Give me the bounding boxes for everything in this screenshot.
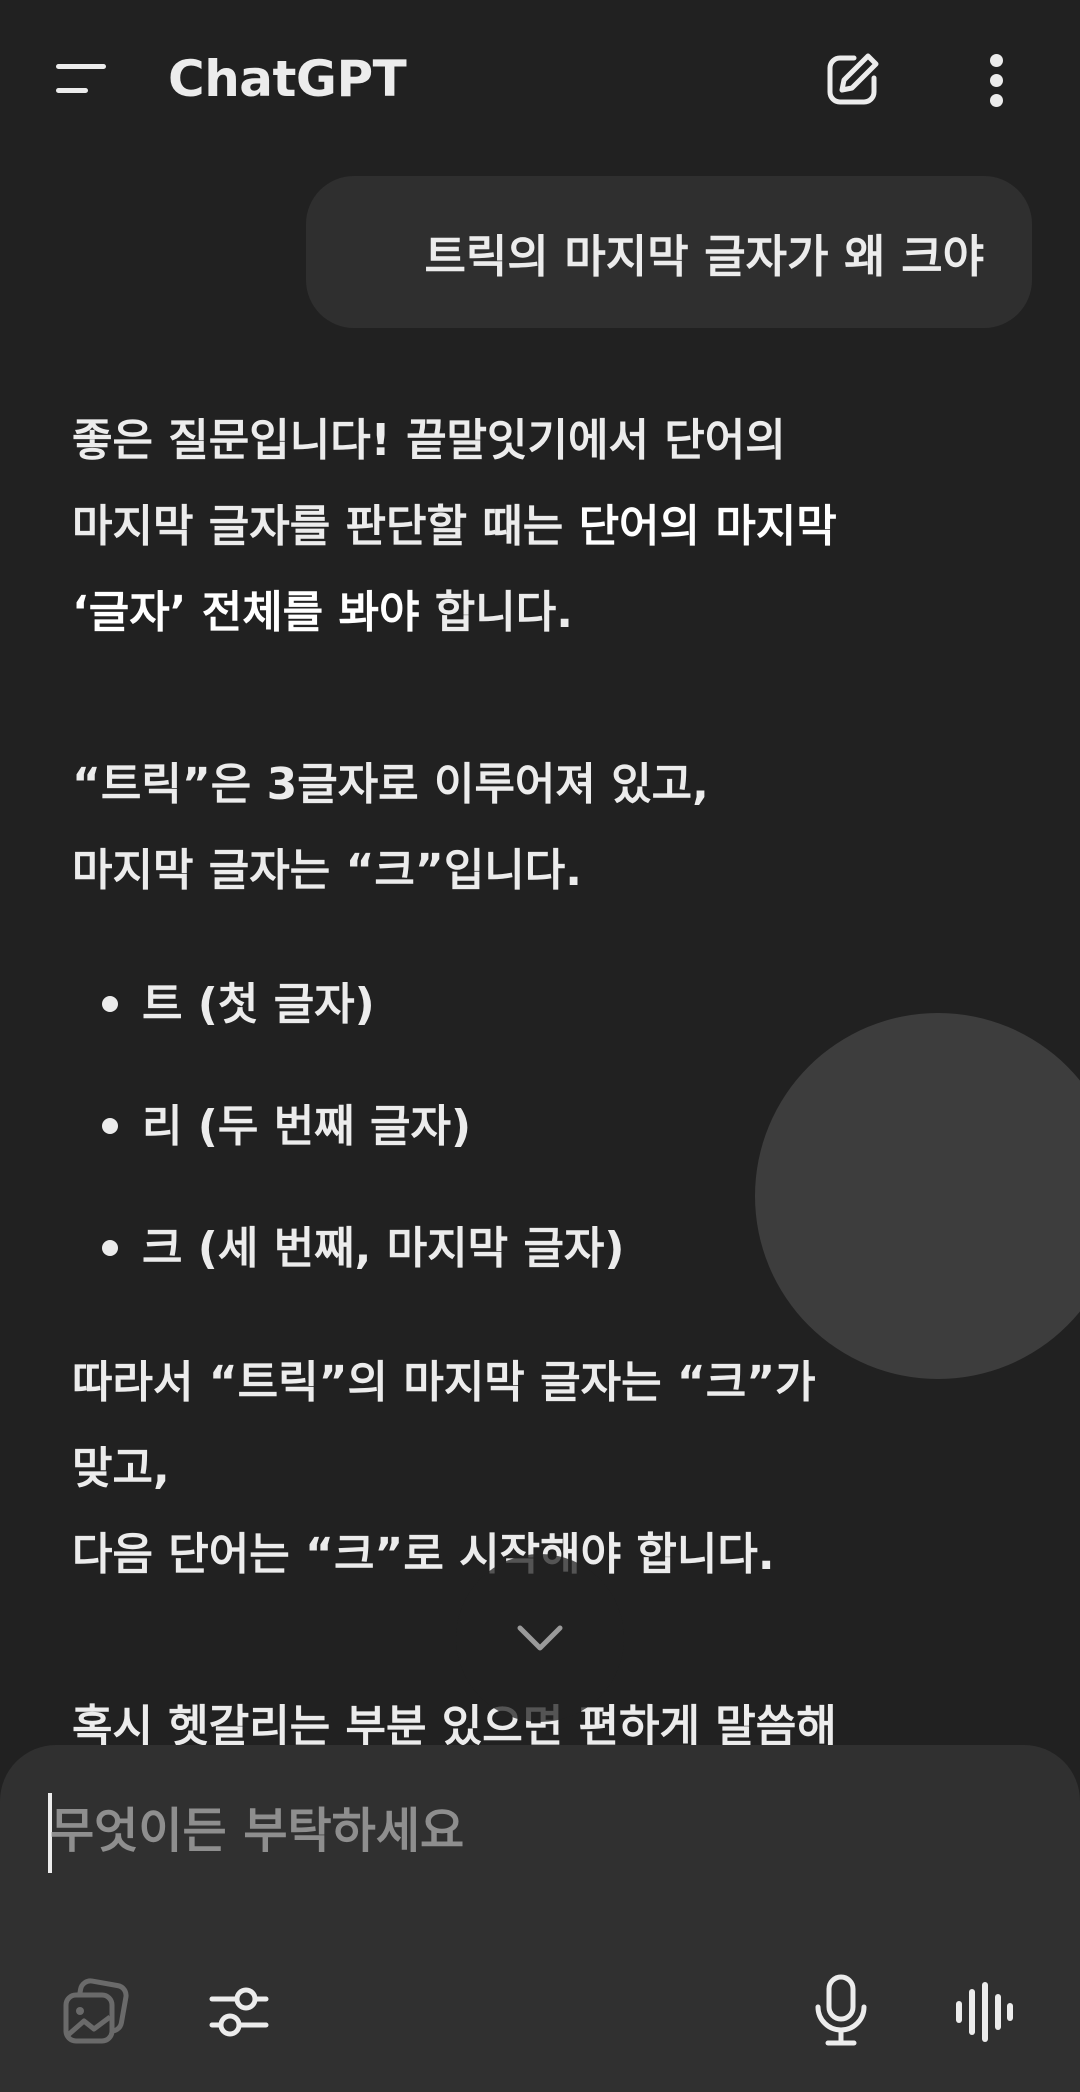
message-composer	[0, 1745, 1080, 2092]
chat-screen: ChatGPT 트릭의 마지막 글자가 왜 크야 좋은 질문입니다! 끝말잇기에…	[0, 0, 1080, 2092]
voice-waveform-icon	[956, 1982, 1013, 2042]
attach-image-button[interactable]	[60, 1977, 132, 2049]
sliders-icon	[209, 1987, 269, 2037]
message-input[interactable]	[48, 1785, 952, 1877]
hamburger-menu-icon[interactable]	[52, 58, 112, 102]
assistant-text-line: 맞고,	[72, 1443, 170, 1494]
assistant-bold-text: 단어의 마지막	[578, 501, 837, 552]
assistant-bold-text: ‘글자’ 전체를 봐야	[72, 587, 420, 638]
assistant-text-line: 합니다.	[419, 587, 573, 638]
tools-button[interactable]	[206, 1979, 272, 2045]
assistant-text-line: 좋은 질문입니다! 끝말잇기에서 단어의	[72, 415, 786, 466]
microphone-icon	[815, 1974, 867, 2046]
chevron-down-icon	[517, 1625, 563, 1651]
voice-mode-button[interactable]	[950, 1977, 1016, 2047]
assistant-paragraph: 좋은 질문입니다! 끝말잇기에서 단어의 마지막 글자를 판단할 때는 단어의 …	[72, 398, 972, 656]
new-chat-button[interactable]	[820, 48, 884, 112]
assistant-text-line: 다음 단어는 “크”로 시작해야 합니다.	[72, 1529, 775, 1580]
image-gallery-icon	[63, 1978, 129, 2044]
microphone-button[interactable]	[808, 1971, 874, 2051]
assistant-text-line: 마지막 글자를 판단할 때는	[72, 501, 579, 552]
assistant-text-line: 마지막 글자는 “크”입니다.	[72, 845, 582, 896]
more-vertical-icon	[990, 54, 1003, 67]
scroll-to-bottom-button[interactable]	[456, 1554, 624, 1722]
app-title: ChatGPT	[168, 50, 407, 108]
edit-icon	[827, 53, 879, 105]
assistant-text-line: 따라서 “트릭”의 마지막 글자는 “크”가	[72, 1357, 816, 1408]
user-message-bubble: 트릭의 마지막 글자가 왜 크야	[306, 176, 1032, 328]
user-message-text: 트릭의 마지막 글자가 왜 크야	[424, 229, 984, 283]
assistant-paragraph: “트릭”은 3글자로 이루어져 있고, 마지막 글자는 “크”입니다.	[72, 742, 972, 914]
more-options-button[interactable]	[970, 48, 1022, 112]
top-bar: ChatGPT	[0, 0, 1080, 160]
assistant-text-line: “트릭”은 3글자로 이루어져 있고,	[72, 759, 709, 810]
